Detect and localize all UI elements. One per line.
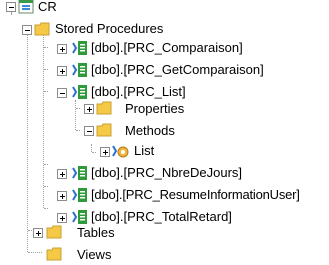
expand-toggle[interactable] [100,147,110,157]
stored-procedure-icon [72,187,88,206]
tree-node-procedure[interactable]: [dbo].[PRC_List] [0,83,300,101]
tree-node-label: [dbo].[PRC_GetComparaison] [91,62,264,77]
method-icon [112,143,130,162]
expand-toggle[interactable] [57,191,67,201]
collapse-toggle[interactable] [22,25,32,35]
tree-node-label: [dbo].[PRC_Comparaison] [91,40,243,55]
folder-icon [96,100,112,119]
tree-node-procedure[interactable]: [dbo].[PRC_NbreDeJours] [0,164,320,182]
expand-toggle[interactable] [57,44,67,54]
tree-node-stored-procedures[interactable]: Stored Procedures [0,20,200,38]
collapse-toggle[interactable] [57,88,67,98]
expand-toggle[interactable] [84,104,94,114]
tree-node-cr[interactable]: CR [0,0,120,16]
tree-node-label: Methods [125,123,175,138]
tree-node-procedure[interactable]: [dbo].[PRC_GetComparaison] [0,61,300,79]
tree-node-label: Stored Procedures [55,21,164,36]
tree-node-procedure[interactable]: [dbo].[PRC_Comparaison] [0,39,300,57]
tree-node-label: Tables [77,225,115,240]
collapse-toggle[interactable] [6,2,16,12]
tree-node-label: [dbo].[PRC_List] [91,84,186,99]
stored-procedure-icon [72,165,88,184]
tree-node-label: [dbo].[PRC_NbreDeJours] [91,165,243,180]
folder-icon [34,21,50,40]
tree-node-label: List [134,143,155,158]
tree-node-label: Properties [125,101,185,116]
tree-node-views[interactable]: Views [0,246,200,264]
expand-toggle[interactable] [57,213,67,223]
tree-node-tables[interactable]: Tables [0,224,200,242]
expand-toggle[interactable] [57,169,67,179]
expand-toggle[interactable] [33,228,43,238]
tree-node-properties[interactable]: Properties [0,100,200,118]
folder-icon [96,122,112,141]
stored-procedure-icon [72,40,88,59]
tree-node-label: [dbo].[PRC_ResumeInformationUser] [91,187,300,202]
tree-node-label: CR [38,0,57,14]
stored-procedure-icon [72,62,88,81]
tree-node-procedure[interactable]: [dbo].[PRC_ResumeInformationUser] [0,186,329,204]
database-icon [18,0,34,17]
folder-icon [46,224,62,243]
expand-toggle[interactable] [57,66,67,76]
folder-icon [46,246,62,265]
collapse-toggle[interactable] [84,126,94,136]
tree-node-methods[interactable]: Methods [0,122,200,140]
tree-node-label: Views [77,247,112,262]
tree-node-method-list[interactable]: List [0,142,200,160]
